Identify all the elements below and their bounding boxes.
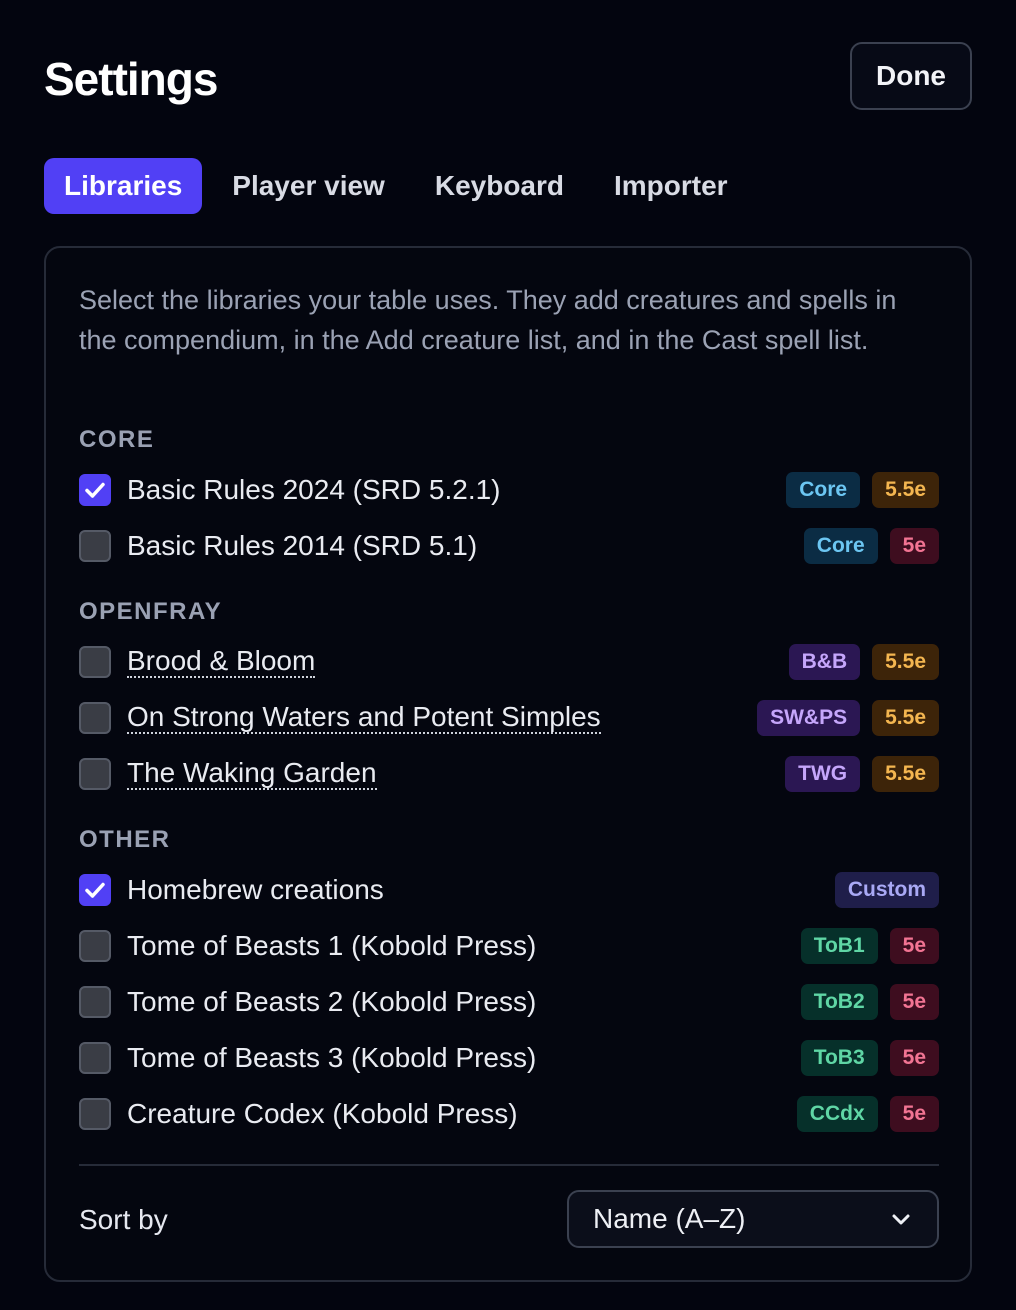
section-label-core: CORE (79, 426, 155, 453)
intro-text: Select the libraries your table uses. Th… (79, 285, 897, 355)
library-checkbox[interactable] (79, 1098, 111, 1130)
badge-group: Custom (834, 872, 939, 908)
badge-group: Core 5e (803, 528, 939, 564)
library-link[interactable]: The Waking Garden (127, 758, 377, 790)
tag-badge: Custom (834, 872, 939, 908)
tab-player-view[interactable]: Player view (212, 158, 405, 214)
tag-badge: Core (803, 528, 878, 564)
tag-badge: 5.5e (872, 756, 939, 792)
library-checkbox[interactable] (79, 758, 111, 790)
tab-libraries[interactable]: Libraries (44, 158, 203, 214)
tag-badge: ToB3 (800, 1040, 878, 1076)
library-row[interactable]: Basic Rules 2024 (SRD 5.2.1) Core 5.5e (79, 470, 939, 510)
settings-page: Settings Done Libraries Player view Keyb… (0, 0, 1016, 1310)
tag-badge: 5e (889, 1040, 939, 1076)
tag-badge: ToB1 (800, 928, 878, 964)
badge-group: ToB2 5e (800, 984, 939, 1020)
badge-group: CCdx 5e (796, 1096, 939, 1132)
tag-badge: TWG (785, 756, 861, 792)
library-label: Tome of Beasts 3 (Kobold Press) (127, 1042, 537, 1073)
library-checkbox[interactable] (79, 702, 111, 734)
library-checkbox[interactable] (79, 530, 111, 562)
checkmark-icon (85, 882, 105, 898)
tag-badge: B&B (788, 644, 861, 680)
library-label: Basic Rules 2014 (SRD 5.1) (127, 530, 478, 561)
library-row[interactable]: The Waking Garden TWG 5.5e (79, 754, 939, 794)
library-row[interactable]: Brood & Bloom B&B 5.5e (79, 642, 939, 682)
section-label-other: OTHER (79, 826, 171, 853)
header: Settings Done (44, 42, 972, 110)
tag-badge: Core (786, 472, 861, 508)
badge-group: Core 5.5e (786, 472, 939, 508)
library-label: Homebrew creations (127, 874, 384, 905)
library-label: Tome of Beasts 1 (Kobold Press) (127, 930, 537, 961)
library-row[interactable]: Creature Codex (Kobold Press) CCdx 5e (79, 1094, 939, 1134)
divider (79, 1164, 939, 1166)
library-checkbox[interactable] (79, 474, 111, 506)
badge-group: TWG 5.5e (785, 756, 939, 792)
sort-label: Sort by (79, 1204, 168, 1235)
library-checkbox[interactable] (79, 646, 111, 678)
badge-group: SW&PS 5.5e (757, 700, 939, 736)
done-button[interactable]: Done (850, 42, 972, 110)
tag-badge: SW&PS (757, 700, 861, 736)
tag-badge: 5.5e (872, 700, 939, 736)
library-label: Tome of Beasts 2 (Kobold Press) (127, 986, 537, 1017)
library-row[interactable]: Tome of Beasts 2 (Kobold Press) ToB2 5e (79, 982, 939, 1022)
tab-keyboard[interactable]: Keyboard (415, 158, 584, 214)
chevron-down-icon (892, 1214, 910, 1225)
badge-group: ToB1 5e (800, 928, 939, 964)
library-checkbox[interactable] (79, 930, 111, 962)
tag-badge: CCdx (796, 1096, 878, 1132)
library-checkbox[interactable] (79, 986, 111, 1018)
library-row[interactable]: Basic Rules 2014 (SRD 5.1) Core 5e (79, 526, 939, 566)
library-label: Basic Rules 2024 (SRD 5.2.1) (127, 474, 501, 505)
section-label-openfray: OPENFRAY (79, 598, 223, 625)
library-link[interactable]: Brood & Bloom (127, 646, 316, 678)
library-checkbox[interactable] (79, 1042, 111, 1074)
tab-importer[interactable]: Importer (594, 158, 748, 214)
badge-group: ToB3 5e (800, 1040, 939, 1076)
tag-badge: ToB2 (800, 984, 878, 1020)
sort-select[interactable]: Name (A–Z) (567, 1190, 939, 1248)
badge-group: B&B 5.5e (788, 644, 939, 680)
library-row[interactable]: On Strong Waters and Potent Simples SW&PS… (79, 698, 939, 738)
tag-badge: 5.5e (872, 472, 939, 508)
library-label: Creature Codex (Kobold Press) (127, 1098, 518, 1129)
libraries-panel: Select the libraries your table uses. Th… (44, 246, 972, 1282)
library-checkbox[interactable] (79, 874, 111, 906)
page-title: Settings (44, 53, 218, 105)
library-row[interactable]: Tome of Beasts 3 (Kobold Press) ToB3 5e (79, 1038, 939, 1078)
tag-badge: 5e (889, 984, 939, 1020)
tag-badge: 5e (889, 1096, 939, 1132)
tag-badge: 5.5e (872, 644, 939, 680)
library-row[interactable]: Tome of Beasts 1 (Kobold Press) ToB1 5e (79, 926, 939, 966)
tag-badge: 5e (889, 528, 939, 564)
sort-select-value: Name (A–Z) (593, 1203, 746, 1234)
library-row[interactable]: Homebrew creations Custom (79, 870, 939, 910)
library-link[interactable]: On Strong Waters and Potent Simples (127, 702, 601, 734)
tag-badge: 5e (889, 928, 939, 964)
tab-bar: Libraries Player view Keyboard Importer (44, 158, 758, 214)
checkmark-icon (85, 482, 105, 498)
